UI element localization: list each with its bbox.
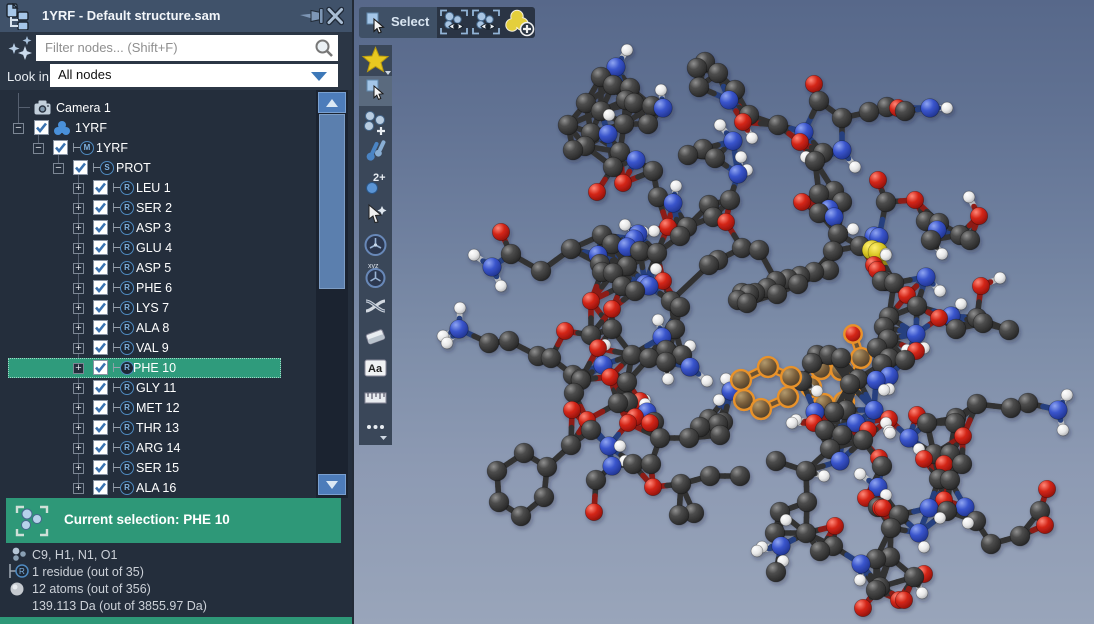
svg-text:2+: 2+ bbox=[373, 172, 386, 184]
svg-text:Aa: Aa bbox=[368, 363, 383, 375]
svg-text:R: R bbox=[19, 567, 25, 576]
